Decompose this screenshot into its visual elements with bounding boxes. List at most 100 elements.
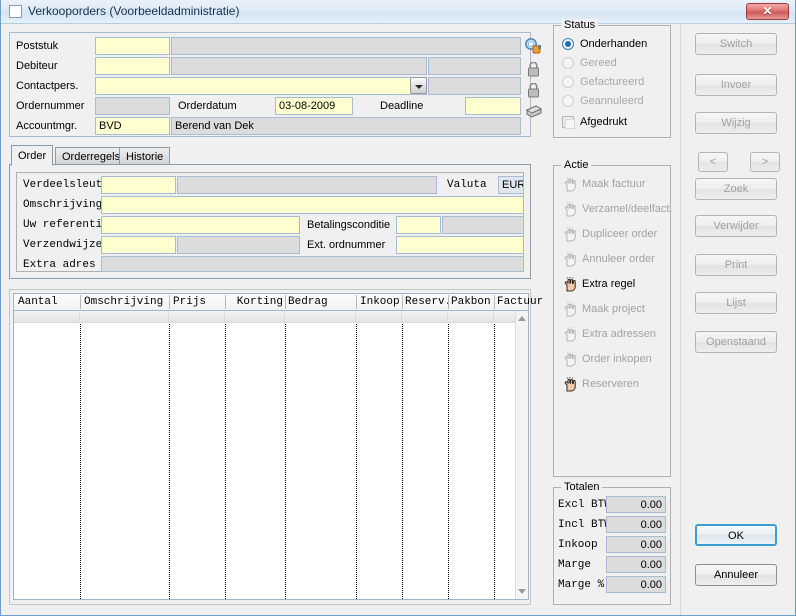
input-poststuk-code[interactable] <box>95 37 170 55</box>
actie-group: Actie Maak factuur Verzamel/deelfact. Du… <box>553 159 673 477</box>
field-contactpers-extra <box>428 77 521 95</box>
switch-button[interactable]: Switch <box>695 33 777 55</box>
grid-col-aantal[interactable]: Aantal <box>18 294 78 310</box>
print-stamp-icon[interactable] <box>525 103 543 122</box>
label-incl-btw: Incl BTW <box>558 519 611 531</box>
input-betalingsconditie[interactable] <box>396 216 441 234</box>
label-debiteur: Debiteur <box>16 60 58 72</box>
print-button[interactable]: Print <box>695 254 777 276</box>
action-maak-project[interactable]: Maak project <box>560 299 666 321</box>
grid-col-divider[interactable] <box>80 295 81 309</box>
scroll-up-icon[interactable] <box>516 312 528 325</box>
input-omschrijving[interactable] <box>101 196 524 214</box>
input-deadline[interactable] <box>465 97 521 115</box>
label-excl-btw: Excl BTW <box>558 499 611 511</box>
grid-row-placeholder[interactable] <box>14 311 527 323</box>
label-valuta: Valuta <box>447 179 487 191</box>
input-ext-ordnummer[interactable] <box>396 236 524 254</box>
openstaand-button[interactable]: Openstaand <box>695 331 777 353</box>
radio-label: Gefactureerd <box>580 76 645 88</box>
input-orderdatum[interactable]: 03-08-2009 <box>275 97 353 115</box>
grid-body[interactable] <box>13 310 529 600</box>
grid-col-factuur[interactable]: Factuur <box>497 294 547 310</box>
grid-col-divider[interactable] <box>494 295 495 309</box>
grid-col-prijs[interactable]: Prijs <box>173 294 223 310</box>
grid-col-korting[interactable]: Korting <box>229 294 283 310</box>
grid-cell[interactable] <box>448 311 494 322</box>
action-order-inkopen[interactable]: Order inkopen <box>560 349 666 371</box>
grid-col-divider[interactable] <box>356 295 357 309</box>
grid-cell[interactable] <box>402 311 448 322</box>
grid-cell[interactable] <box>225 311 285 322</box>
action-verzamel-deelfact[interactable]: Verzamel/deelfact. <box>560 199 673 221</box>
grid-cell[interactable] <box>14 311 80 322</box>
prev-button[interactable]: < <box>698 152 728 172</box>
grid-col-divider[interactable] <box>402 295 403 309</box>
field-betalingsconditie-desc <box>442 216 524 234</box>
hand-click-icon <box>562 352 578 368</box>
field-verdeelsleutel-desc <box>177 176 437 194</box>
grid-column-separator <box>356 324 357 599</box>
grid-col-bedrag[interactable]: Bedrag <box>288 294 348 310</box>
close-icon[interactable]: ✕ <box>746 3 789 20</box>
action-reserveren[interactable]: Reserveren <box>560 374 666 396</box>
input-contactpers[interactable] <box>95 77 427 95</box>
input-accountmgr-code[interactable]: BVD <box>95 117 170 135</box>
grid-col-divider[interactable] <box>169 295 170 309</box>
checkbox-icon <box>562 116 575 129</box>
actie-legend: Actie <box>561 159 592 171</box>
action-maak-factuur[interactable]: Maak factuur <box>560 174 666 196</box>
grid-col-divider[interactable] <box>285 295 286 309</box>
lock-icon-2[interactable] <box>527 82 540 101</box>
input-verzendwijze[interactable] <box>101 236 176 254</box>
action-label: Annuleer order <box>582 253 655 265</box>
grid-col-divider[interactable] <box>448 295 449 309</box>
search-icon[interactable] <box>524 38 542 58</box>
grid-cell[interactable] <box>80 311 169 322</box>
action-annuleer-order[interactable]: Annuleer order <box>560 249 666 271</box>
grid-col-omschrijving[interactable]: Omschrijving <box>84 294 169 310</box>
grid-col-divider[interactable] <box>225 295 226 309</box>
zoek-button[interactable]: Zoek <box>695 178 777 200</box>
label-deadline: Deadline <box>380 100 424 112</box>
tab-order[interactable]: Order <box>11 145 54 166</box>
input-debiteur-code[interactable] <box>95 57 170 75</box>
tab-historie[interactable]: Historie <box>119 147 171 165</box>
wijzig-button[interactable]: Wijzig <box>695 112 777 134</box>
input-uw-referentie[interactable] <box>101 216 300 234</box>
label-uw-referentie: Uw referentie <box>23 219 109 231</box>
lock-icon-1[interactable] <box>527 61 540 80</box>
radio-label: Onderhanden <box>580 38 648 50</box>
ok-button[interactable]: OK <box>695 524 777 546</box>
label-poststuk: Poststuk <box>16 40 59 52</box>
action-label: Reserveren <box>582 378 639 390</box>
tab-orderregels[interactable]: Orderregels <box>55 147 128 165</box>
hand-click-icon <box>562 202 578 218</box>
field-debiteur-name <box>171 57 427 75</box>
radio-label: Gereed <box>580 57 617 69</box>
next-button[interactable]: > <box>750 152 780 172</box>
radio-icon <box>562 95 574 107</box>
grid-column-separator <box>494 324 495 599</box>
action-label: Extra regel <box>582 278 636 290</box>
grid-column-separator <box>402 324 403 599</box>
grid-cell[interactable] <box>356 311 402 322</box>
action-extra-regel[interactable]: Extra regel <box>560 274 666 296</box>
hand-click-icon <box>562 227 578 243</box>
input-verdeelsleutel[interactable] <box>101 176 176 194</box>
verwijder-button[interactable]: Verwijder <box>695 215 777 237</box>
annuleer-button[interactable]: Annuleer <box>695 564 777 586</box>
grid-vertical-scrollbar[interactable] <box>515 311 528 599</box>
action-label: Maak factuur <box>582 178 646 190</box>
header-form-panel: Poststuk Debiteur Contactpers. Ordernumm… <box>9 32 531 137</box>
action-dupliceer-order[interactable]: Dupliceer order <box>560 224 666 246</box>
checkbox-label: Afgedrukt <box>580 116 628 128</box>
invoer-button[interactable]: Invoer <box>695 74 777 96</box>
action-extra-adressen[interactable]: Extra adressen <box>560 324 666 346</box>
grid-cell[interactable] <box>285 311 356 322</box>
grid-cell[interactable] <box>169 311 225 322</box>
scroll-down-icon[interactable] <box>516 585 528 598</box>
radio-icon <box>562 76 574 88</box>
lijst-button[interactable]: Lijst <box>695 292 777 314</box>
chevron-down-icon[interactable] <box>410 77 427 94</box>
